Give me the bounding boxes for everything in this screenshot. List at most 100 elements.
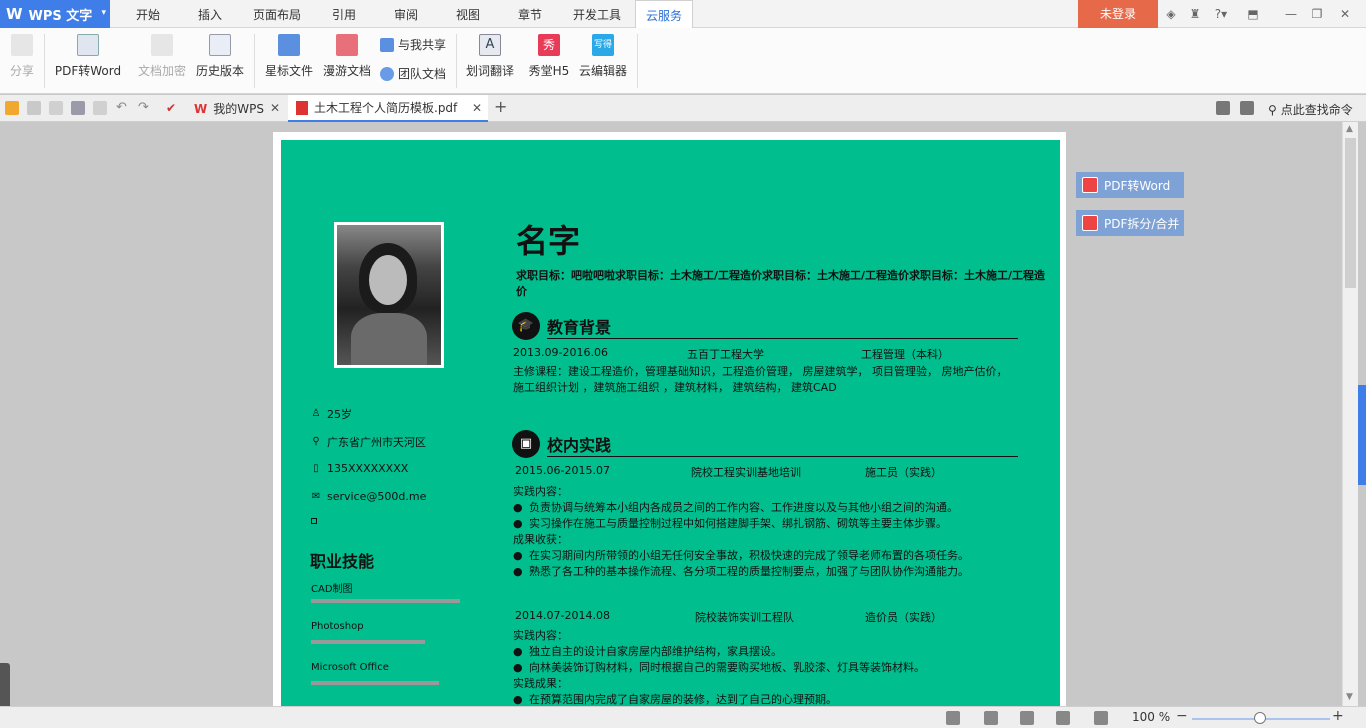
page-view-icon[interactable]	[984, 711, 998, 725]
doc-encrypt-button[interactable]: 文档加密	[136, 34, 188, 79]
tab-developer[interactable]: 开发工具	[566, 0, 628, 28]
age-row: ♙ 25岁	[311, 406, 352, 422]
help-icon[interactable]: ?▾	[1210, 6, 1232, 22]
history-button[interactable]: 历史版本	[194, 34, 246, 79]
briefcase-icon: ▣	[512, 430, 540, 458]
roam-docs-label: 漫游文档	[322, 64, 371, 78]
sync-icon[interactable]	[1216, 101, 1230, 115]
pdf-split-merge-label: PDF拆分/合并	[1104, 216, 1180, 231]
vertical-scrollbar[interactable]: ▲ ▼	[1342, 122, 1358, 706]
list-item: ● 独立自主的设计自家房屋内部维护结构，家具摆设。	[513, 645, 782, 658]
translate-button[interactable]: A 划词翻译	[462, 34, 518, 79]
shirt-icon[interactable]: ♜	[1186, 6, 1204, 22]
app-menu-button[interactable]: W WPS 文字 ▾	[0, 0, 110, 28]
web-view-icon[interactable]	[1056, 711, 1070, 725]
wps-logo-icon: W	[6, 5, 23, 23]
list-item-text: 负责协调与统筹本小组内各成员之间的工作内容、工作进度以及与其他小组之间的沟通。	[529, 501, 958, 514]
login-button[interactable]: 未登录	[1078, 0, 1158, 28]
education-title: 教育背景	[547, 318, 612, 337]
command-search[interactable]: ⚲ 点此查找命令	[1268, 101, 1353, 118]
history-label: 历史版本	[195, 64, 244, 78]
tab-cloud-service[interactable]: 云服务	[635, 0, 693, 29]
tab-review[interactable]: 审阅	[382, 0, 430, 28]
share-button[interactable]: 分享	[6, 34, 38, 79]
square-icon	[311, 518, 317, 524]
new-tab-icon[interactable]: +	[494, 99, 508, 115]
share-label: 分享	[9, 64, 34, 78]
list-item: ● 负责协调与统筹本小组内各成员之间的工作内容、工作进度以及与其他小组之间的沟通。	[513, 501, 958, 514]
cloud-editor-button[interactable]: 写得 云编辑器	[576, 34, 630, 79]
skin-icon[interactable]: ◈	[1162, 6, 1180, 22]
star-files-button[interactable]: 星标文件	[262, 34, 316, 79]
resume-name: 名字	[516, 222, 581, 260]
tab-chapter[interactable]: 章节	[506, 0, 554, 28]
outline-view-icon[interactable]	[1020, 711, 1034, 725]
side-panel-toggle[interactable]	[1358, 385, 1366, 485]
tab-page-layout[interactable]: 页面布局	[246, 0, 308, 28]
menu-bar: W WPS 文字 ▾ 开始 插入 页面布局 引用 审阅 视图 章节 开发工具 云…	[0, 0, 1366, 29]
roam-docs-button[interactable]: 漫游文档	[320, 34, 374, 79]
shared-with-me-label: 与我共享	[398, 38, 447, 52]
tab-insert[interactable]: 插入	[186, 0, 234, 28]
practice2-role: 造价员（实践）	[865, 611, 942, 624]
pdf-file-icon	[296, 100, 308, 115]
maximize-icon[interactable]: ❐	[1308, 6, 1326, 22]
zoom-in-icon[interactable]: +	[1332, 709, 1346, 723]
divider	[44, 34, 45, 88]
close-icon[interactable]: ✕	[270, 101, 280, 115]
print-preview-icon[interactable]	[93, 101, 107, 115]
close-icon[interactable]: ✕	[472, 101, 482, 115]
tab-document[interactable]: 土木工程个人简历模板.pdf ✕	[288, 95, 488, 122]
pdf-to-word-icon	[77, 34, 99, 56]
list-item-text: 向林美装饰订购材料，同时根据自己的需要购买地板、乳胶漆、灯具等装饰材料。	[529, 661, 925, 674]
zoom-level: 100 %	[1132, 710, 1171, 724]
star-folder-icon	[278, 34, 300, 56]
redo-icon[interactable]: ↷	[138, 101, 152, 115]
pdf-to-word-button[interactable]: PDF转Word	[52, 34, 124, 79]
tab-view[interactable]: 视图	[444, 0, 492, 28]
wps-icon: W	[194, 101, 208, 116]
minimize-icon[interactable]: —	[1282, 6, 1300, 22]
save-icon[interactable]	[27, 101, 41, 115]
list-item-text: 在预算范围内完成了自家房屋的装修，达到了自己的心理预期。	[529, 693, 837, 706]
tab-reference[interactable]: 引用	[320, 0, 368, 28]
comment-icon[interactable]	[1240, 101, 1254, 115]
practice1-role: 施工员（实践）	[865, 466, 942, 479]
history-icon	[209, 34, 231, 56]
eye-protect-icon[interactable]	[1094, 711, 1108, 725]
list-item: ● 实习操作在施工与质量控制过程中如何搭建脚手架、绑扎钢筋、砌筑等主要主体步骤。	[513, 517, 947, 530]
fullscreen-icon[interactable]	[946, 711, 960, 725]
shared-with-me-button[interactable]: 与我共享	[380, 36, 446, 53]
customize-icon[interactable]: ✔	[166, 101, 180, 115]
divider	[637, 34, 638, 88]
pdf-to-word-side-button[interactable]: PDF转Word	[1076, 172, 1184, 198]
pdf-icon	[1082, 177, 1098, 193]
section-divider	[547, 338, 1018, 339]
team-docs-button[interactable]: 团队文档	[380, 65, 446, 82]
xiutang-button[interactable]: 秀 秀堂H5	[524, 34, 574, 79]
xiutang-label: 秀堂H5	[528, 64, 570, 78]
list-item: ● 在预算范围内完成了自家房屋的装修，达到了自己的心理预期。	[513, 693, 837, 706]
cloud-editor-label: 云编辑器	[578, 64, 627, 78]
restore-ribbon-icon[interactable]: ⬒	[1244, 6, 1262, 22]
skill-bar	[311, 681, 439, 685]
scroll-up-icon[interactable]: ▲	[1346, 124, 1353, 134]
undo-icon[interactable]: ↶	[116, 101, 130, 115]
photo-body	[351, 313, 427, 365]
zoom-out-icon[interactable]: −	[1176, 709, 1190, 723]
pdf-split-merge-button[interactable]: PDF拆分/合并	[1076, 210, 1184, 236]
document-area: ♙ 25岁 ⚲ 广东省广州市天河区 ▯ 135XXXXXXXX ✉ servic…	[0, 122, 1342, 706]
job-objective: 求职目标：吧啦吧啦求职目标：土木施工/工程造价求职目标：土木施工/工程造价求职目…	[516, 269, 1046, 298]
scroll-down-icon[interactable]: ▼	[1346, 692, 1353, 702]
print-icon[interactable]	[71, 101, 85, 115]
scrollbar-thumb[interactable]	[1345, 138, 1356, 288]
tab-my-wps[interactable]: W 我的WPS ✕	[186, 95, 286, 122]
export-pdf-icon[interactable]	[49, 101, 63, 115]
close-icon[interactable]: ✕	[1336, 6, 1354, 22]
open-folder-icon[interactable]	[5, 101, 19, 115]
edu-school: 五百丁工程大学	[687, 348, 764, 361]
tab-start[interactable]: 开始	[124, 0, 172, 28]
pdf-icon	[1082, 215, 1098, 231]
zoom-slider-thumb[interactable]	[1254, 712, 1266, 724]
list-item-text: 在实习期间内所带领的小组无任何安全事故，积极快速的完成了领导老师布置的各项任务。	[529, 549, 969, 562]
